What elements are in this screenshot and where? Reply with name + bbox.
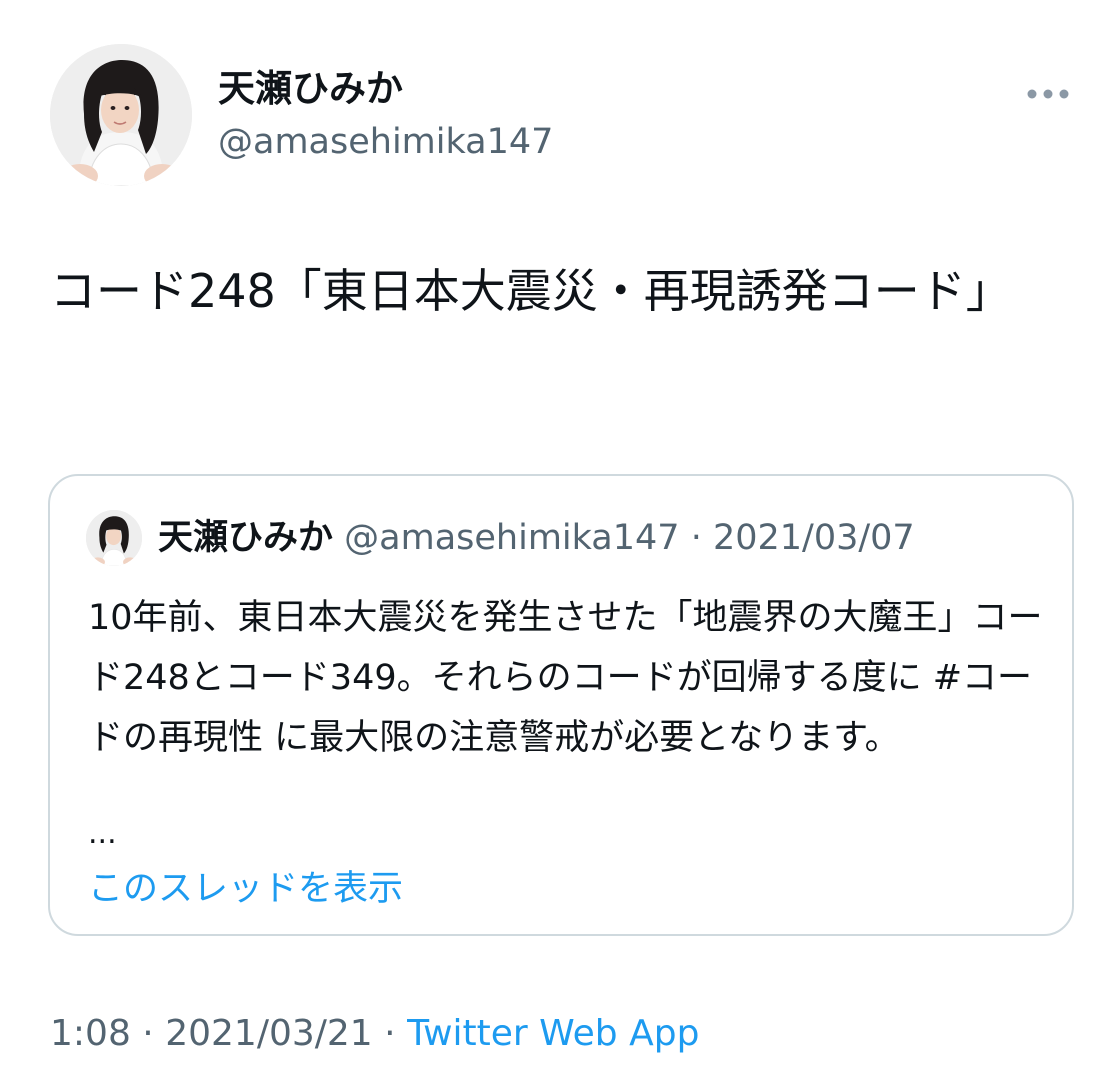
quote-header: 天瀬ひみか @amasehimika147 · 2021/03/07 [158,514,915,562]
tweet-meta: 1:08 · 2021/03/21 · Twitter Web App [50,1010,699,1058]
quote-ellipsis: ... [88,816,117,851]
quote-date: 2021/03/07 [712,518,915,558]
show-thread-link[interactable]: このスレッドを表示 [88,866,403,912]
tweet-date[interactable]: 2021/03/21 [165,1013,373,1054]
quote-author-avatar [86,510,142,566]
author-handle[interactable]: @amasehimika147 [218,120,553,164]
quote-body-text: 10年前、東日本大震災を発生させた「地震界の大魔王」コード248とコード349。… [88,598,1043,758]
meta-separator: · [142,1013,154,1054]
author-avatar[interactable] [50,44,192,186]
tweet-time[interactable]: 1:08 [50,1013,131,1054]
quote-separator: · [690,518,702,558]
author-display-name[interactable]: 天瀬ひみか [218,66,403,112]
quote-display-name: 天瀬ひみか [158,518,334,558]
tweet-text: コード248「東日本大震災・再現誘発コード」 [50,264,1012,318]
quote-handle: @amasehimika147 [344,518,680,558]
more-options-button[interactable] [1018,74,1078,114]
more-horizontal-icon [1027,89,1069,99]
tweet-source-link[interactable]: Twitter Web App [407,1013,699,1054]
meta-separator: · [384,1013,396,1054]
quoted-tweet-card[interactable]: 天瀬ひみか @amasehimika147 · 2021/03/07 10年前、… [48,474,1074,936]
